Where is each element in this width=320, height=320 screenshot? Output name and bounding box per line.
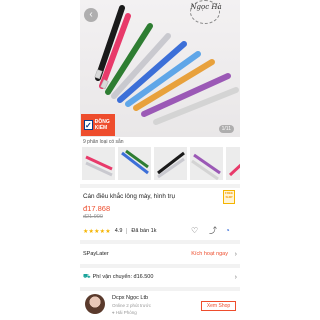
variant-thumb[interactable] (118, 147, 151, 180)
variant-thumb[interactable] (154, 147, 187, 180)
back-arrow-icon[interactable]: ‹ (84, 8, 98, 22)
shipping-fee-label: Phí vận chuyển: đ16.500 (92, 274, 154, 280)
inspection-badge-label: ĐỒNG KIỂM (94, 119, 110, 131)
free-ship-badge: FREE SHIP (223, 190, 235, 204)
spaylater-row[interactable]: SPayLater Kích hoạt ngay › (80, 248, 240, 260)
sold-count: Đã bán 1k (131, 228, 157, 234)
inspection-badge: ✓ ĐỒNG KIỂM (81, 114, 115, 136)
product-screen: ‹ Ngọc Hà ✓ ĐỒNG KIỂM 1/11 9 phân loại c… (80, 0, 240, 320)
shop-logo-text: Ngọc Hà (190, 3, 222, 11)
chat-icon[interactable]: ◔ (225, 226, 230, 236)
rating-value: 4.9 (114, 228, 123, 234)
product-title: Cán điêu khắc lông mày, hình trụ (83, 193, 175, 200)
shop-name: Dcpx Ngọc Ltb (112, 295, 149, 301)
variant-thumb[interactable] (82, 147, 115, 180)
rating-row: ★★★★★ 4.9 Đã bán 1k ♡ ⤴ ◔ (83, 226, 237, 236)
shop-location: ⌖ Hải Phòng (112, 310, 137, 315)
shop-online-status: Online 2 phút trước (112, 303, 151, 308)
variant-thumbnails (80, 147, 240, 181)
shop-avatar[interactable] (85, 294, 105, 314)
variant-thumb[interactable] (226, 147, 240, 180)
shop-location-text: Hải Phòng (115, 310, 137, 315)
original-price: đ21.900 (83, 214, 103, 220)
product-image[interactable]: ‹ Ngọc Hà ✓ ĐỒNG KIỂM 1/11 (80, 0, 240, 137)
variant-thumb[interactable] (190, 147, 223, 180)
section-divider (80, 264, 240, 268)
rating-stars: ★★★★★ (83, 227, 111, 235)
chevron-right-icon: › (234, 250, 237, 258)
divider (126, 228, 128, 234)
image-pager: 1/11 (218, 125, 234, 133)
spaylater-label: SPayLater (83, 251, 109, 257)
variants-label: 9 phân loại có sẵn (83, 139, 124, 145)
shipping-row[interactable]: ⛟ Phí vận chuyển: đ16.500 › (80, 271, 240, 283)
section-divider (80, 287, 240, 291)
checkmark-icon: ✓ (84, 120, 93, 130)
heart-icon[interactable]: ♡ (191, 226, 198, 236)
truck-icon: ⛟ (83, 274, 91, 280)
section-divider (80, 240, 240, 244)
section-divider (80, 184, 240, 188)
view-shop-button[interactable]: Xem Shop (201, 301, 236, 311)
shop-section: Dcpx Ngọc Ltb Online 2 phút trước ⌖ Hải … (80, 292, 240, 320)
chevron-right-icon: › (234, 273, 237, 281)
spaylater-action[interactable]: Kích hoạt ngay (191, 251, 228, 257)
product-price: đ17.868 (83, 204, 111, 213)
share-icon[interactable]: ⤴ (209, 226, 217, 236)
